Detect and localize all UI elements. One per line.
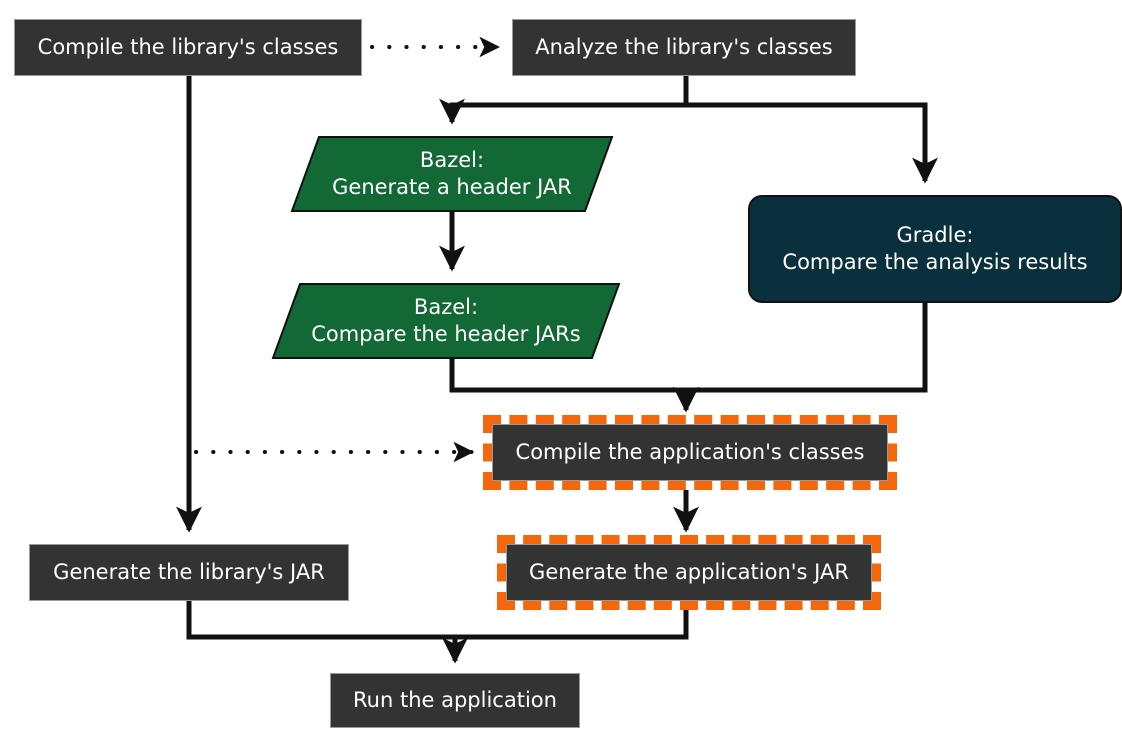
node-bazel-compare-header-jars[interactable]: Bazel: Compare the header JARs xyxy=(271,283,621,359)
edge-bazel-compare-to-compile-application xyxy=(449,359,699,413)
node-bazel-generate-header-jar[interactable]: Bazel: Generate a header JAR xyxy=(290,136,614,212)
node-label: Run the application xyxy=(353,687,557,712)
node-generate-application-jar[interactable]: Generate the application's JAR xyxy=(506,544,872,601)
edge-analyze-to-gradle xyxy=(686,102,938,184)
parallelogram-shape xyxy=(290,136,614,212)
flowchart-canvas: Compile the library's classes Analyze th… xyxy=(0,0,1122,748)
node-generate-library-jar[interactable]: Generate the library's JAR xyxy=(29,544,349,601)
edge-layer xyxy=(176,36,938,664)
node-run-the-application[interactable]: Run the application xyxy=(330,673,580,728)
node-analyze-library-classes[interactable]: Analyze the library's classes xyxy=(512,19,856,76)
edge-analyze-split-trunk xyxy=(439,76,689,125)
edge-gradle-to-compile-application xyxy=(686,303,928,393)
node-label: Generate the application's JAR xyxy=(529,559,849,584)
node-compile-application-classes[interactable]: Compile the application's classes xyxy=(492,424,888,481)
node-gradle-compare-analysis-results[interactable]: Gradle: Compare the analysis results xyxy=(748,195,1122,303)
node-label: Generate the library's JAR xyxy=(53,559,325,584)
node-label: Analyze the library's classes xyxy=(535,34,833,59)
parallelogram-shape xyxy=(271,283,621,359)
node-label: Compile the library's classes xyxy=(37,34,339,59)
node-compile-library-classes[interactable]: Compile the library's classes xyxy=(14,19,362,76)
node-label: Compile the application's classes xyxy=(515,439,865,464)
edge-generate-library-jar-to-run xyxy=(186,601,468,664)
edge-generate-application-jar-to-run xyxy=(455,610,689,640)
node-label: Gradle: Compare the analysis results xyxy=(782,222,1088,274)
